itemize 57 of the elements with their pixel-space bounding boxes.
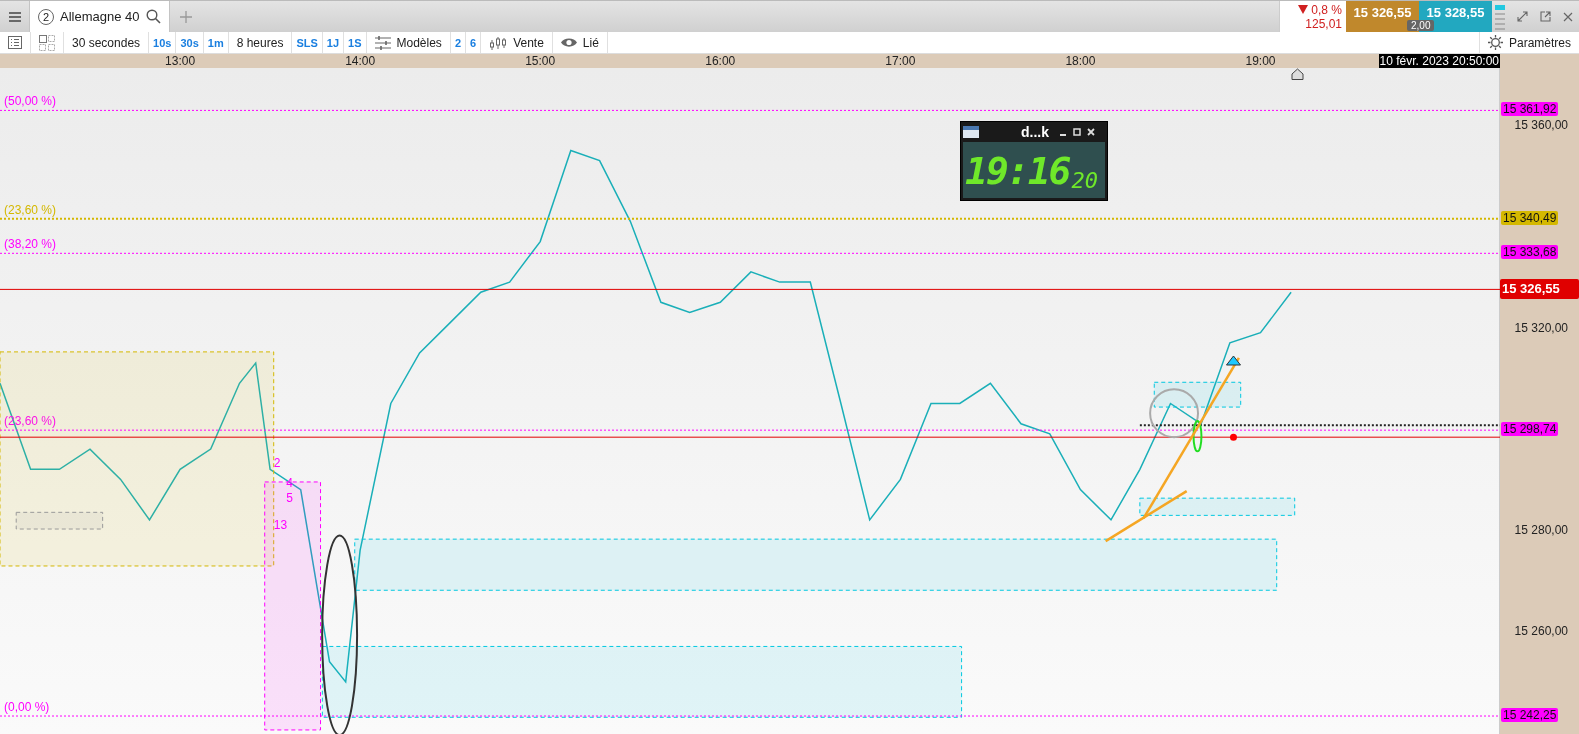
popout-icon[interactable] xyxy=(1540,11,1551,22)
instrument-tab[interactable]: 2 Allemagne 40 xyxy=(30,1,170,32)
wave-count-label: 13 xyxy=(273,517,288,532)
window-icon xyxy=(963,126,979,138)
price-tick-label: 15 320,00 xyxy=(1514,320,1568,335)
fibonacci-level-label: (0,00 %) xyxy=(4,700,50,714)
time-label: 16:00 xyxy=(705,54,736,68)
time-label: 14:00 xyxy=(345,54,376,68)
menu-icon xyxy=(8,11,21,22)
wave-count-label: 2 xyxy=(273,456,281,471)
timeframe-selector[interactable]: 8 heures xyxy=(228,32,293,53)
quick-option-button[interactable]: 1J xyxy=(322,32,345,53)
eye-icon xyxy=(560,37,577,48)
wave-count-label: 5 xyxy=(286,491,293,506)
quick-option-button[interactable]: 10s xyxy=(149,32,177,53)
quick-option-button[interactable]: 6 xyxy=(466,32,482,53)
fibonacci-level-label: (23,60 %) xyxy=(4,202,57,217)
quick-option-button[interactable]: 1m xyxy=(203,32,229,53)
price-level-marker: 15 298,74 xyxy=(1501,422,1559,437)
clock-time: 19:16 xyxy=(965,148,1070,195)
spread-badge: 2,00 xyxy=(1407,20,1435,31)
list-icon xyxy=(8,36,22,49)
grid-layout-icon xyxy=(39,34,55,51)
sliders-icon xyxy=(374,35,391,50)
cursor-time-label: 10 févr. 2023 20:50:00 xyxy=(1378,54,1500,68)
widget-title: d...k xyxy=(1021,124,1049,140)
link-button[interactable]: Lié xyxy=(552,32,608,53)
price-level-marker: 15 361,92 xyxy=(1501,102,1559,117)
templates-button[interactable]: Modèles xyxy=(366,32,451,53)
quick-option-button[interactable]: 1S xyxy=(344,32,367,53)
change-percent: 0,8 % xyxy=(1311,2,1342,17)
time-label: 18:00 xyxy=(1065,54,1096,68)
quick-option-button[interactable]: SLS xyxy=(292,32,323,53)
tab-label: Allemagne 40 xyxy=(60,9,140,24)
change-points: 125,01 xyxy=(1305,16,1342,31)
price-tick-label: 15 260,00 xyxy=(1514,624,1568,639)
candlestick-icon xyxy=(489,35,508,50)
quick-option-button[interactable]: 30s xyxy=(176,32,204,53)
search-icon[interactable] xyxy=(145,9,161,24)
time-label: 19:00 xyxy=(1245,54,1276,68)
quick-option-button[interactable]: 2 xyxy=(450,32,466,53)
clock-seconds: 20 xyxy=(1071,167,1098,195)
chart-type-button[interactable]: Vente xyxy=(481,32,553,53)
settings-icon xyxy=(1487,35,1503,50)
price-level-marker: 15 340,49 xyxy=(1501,210,1559,225)
price-tick-label: 15 360,00 xyxy=(1514,118,1568,133)
price-level-marker: 15 242,25 xyxy=(1501,708,1559,722)
fibonacci-level-label: (50,00 %) xyxy=(4,94,57,109)
current-price-marker: 15 326,55 xyxy=(1500,279,1579,300)
time-label: 15:00 xyxy=(525,54,556,68)
time-label: 13:00 xyxy=(165,54,196,68)
settings-button[interactable]: Paramètres xyxy=(1478,32,1579,53)
time-label: 17:00 xyxy=(885,54,916,68)
timeframe-selector[interactable]: 30 secondes xyxy=(64,32,150,53)
price-tick-label: 15 280,00 xyxy=(1514,522,1568,537)
price-level-marker: 15 333,68 xyxy=(1501,245,1559,260)
fibonacci-level-label: (38,20 %) xyxy=(4,237,57,252)
